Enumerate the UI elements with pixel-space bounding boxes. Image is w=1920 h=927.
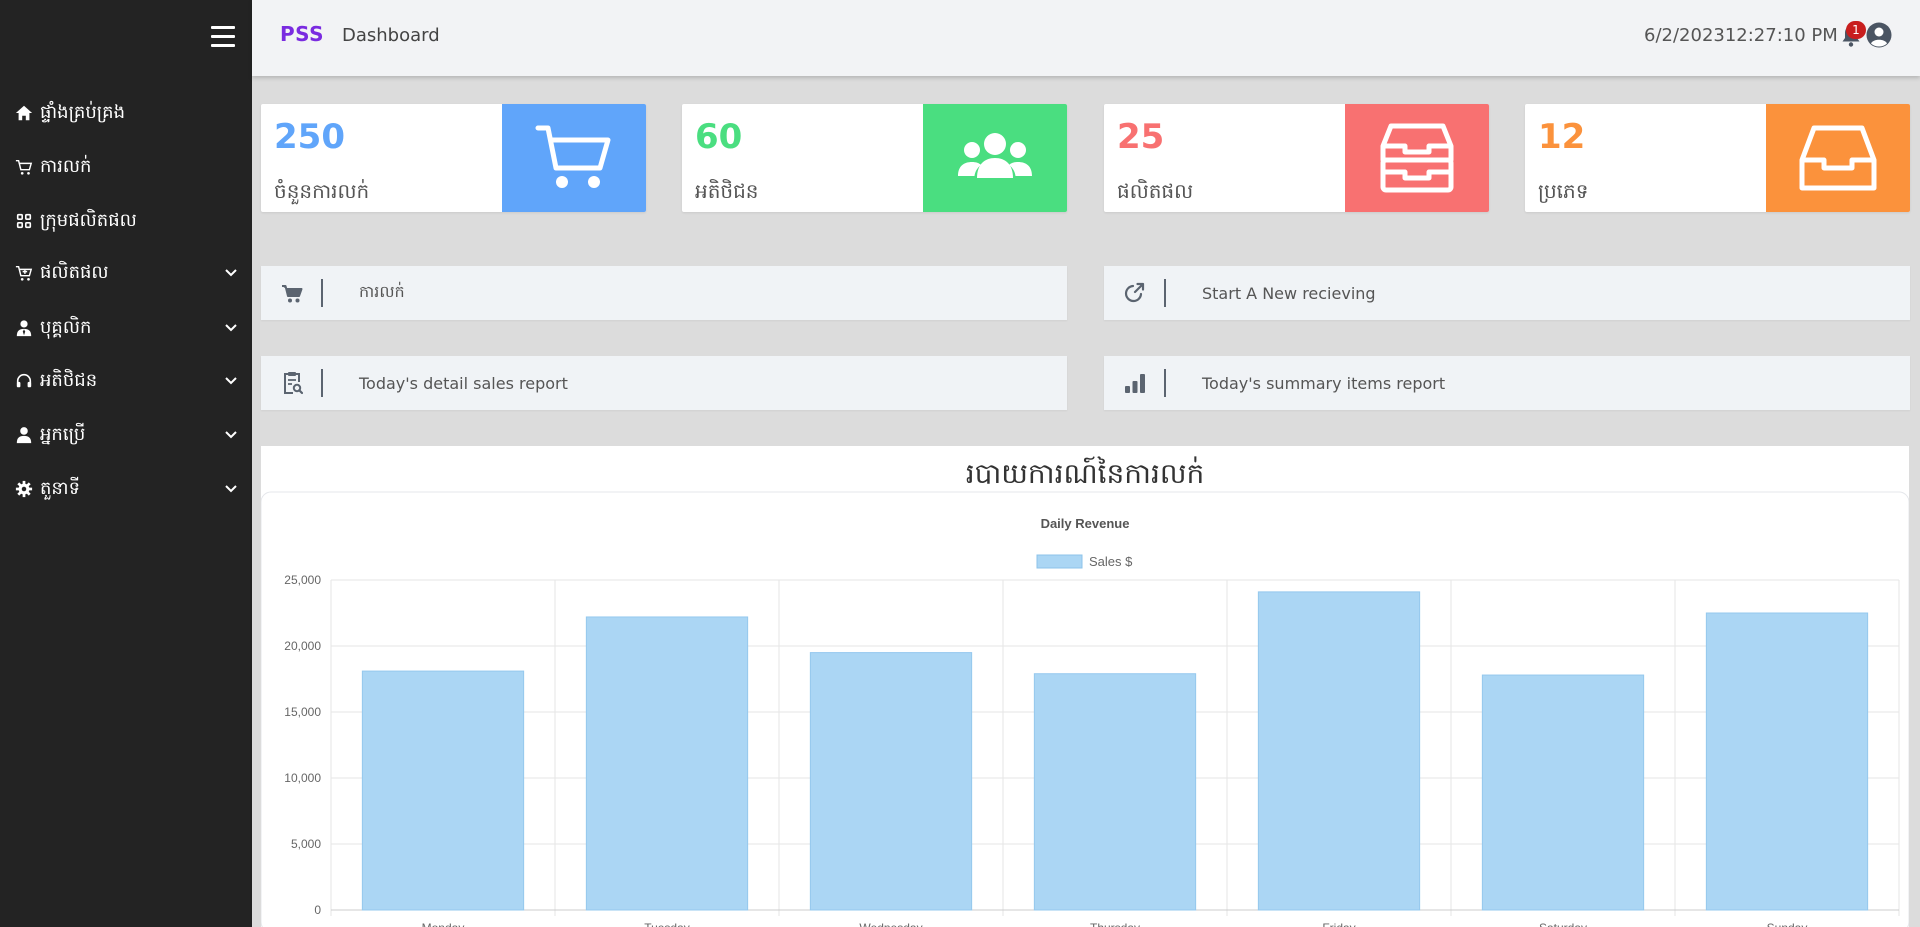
sidebar: ផ្ទាំងគ្រប់គ្រង ការលក់ ក្រុមផលិតផល ផលិតផ… bbox=[0, 0, 252, 927]
action-summary-items-report-button[interactable]: Today's summary items report bbox=[1104, 356, 1910, 410]
legend-swatch[interactable] bbox=[1036, 554, 1083, 569]
home-icon bbox=[14, 103, 34, 123]
stat-card-products[interactable]: 25 ផលិតផល bbox=[1104, 104, 1489, 212]
stat-icon-box bbox=[502, 104, 646, 212]
sidebar-item-product-groups[interactable]: ក្រុមផលិតផល bbox=[0, 201, 252, 241]
menu-toggle-icon[interactable] bbox=[211, 26, 235, 47]
stat-label: ចំនួនការលក់ bbox=[274, 179, 370, 203]
top-header: PSS Dashboard 6/2/202312:27:10 PM 1 bbox=[252, 0, 1920, 76]
sidebar-item-label: ផ្ទាំងគ្រប់គ្រង bbox=[40, 101, 125, 123]
bar[interactable] bbox=[1481, 674, 1645, 911]
stat-icon-box bbox=[1345, 104, 1489, 212]
daily-revenue-chart: Daily Revenue Sales $ 0 5,000 10,000 15,000… bbox=[261, 491, 1909, 927]
sidebar-item-label: បុគ្គលិក bbox=[40, 316, 92, 338]
y-tick-label: 5,000 bbox=[291, 837, 321, 851]
sidebar-item-roles[interactable]: តួនាទី bbox=[0, 469, 252, 509]
sidebar-item-customers[interactable]: អតិថិជន bbox=[0, 361, 252, 401]
bar[interactable] bbox=[1705, 612, 1869, 911]
brand-logo[interactable]: PSS bbox=[280, 22, 324, 46]
user-tie-icon bbox=[14, 318, 34, 338]
x-tick-label: Tuesday bbox=[644, 921, 690, 927]
x-tick-label: Sunday bbox=[1767, 921, 1808, 927]
stat-label: ផលិតផល bbox=[1117, 179, 1194, 203]
bar[interactable] bbox=[1257, 591, 1421, 911]
action-label: Start A New recieving bbox=[1202, 283, 1376, 303]
stat-value: 12 bbox=[1538, 117, 1586, 157]
cart-icon bbox=[14, 157, 34, 177]
divider bbox=[1164, 369, 1166, 397]
cart-icon bbox=[535, 125, 611, 188]
action-label: Today's detail sales report bbox=[359, 373, 568, 393]
grid-icon bbox=[14, 211, 34, 231]
external-link-icon bbox=[1124, 281, 1146, 305]
sidebar-item-label: ការលក់ bbox=[40, 155, 92, 177]
sidebar-item-label: ក្រុមផលិតផល bbox=[40, 209, 137, 231]
users-icon bbox=[958, 133, 1032, 178]
clipboard-search-icon bbox=[281, 371, 303, 395]
stat-card-categories[interactable]: 12 ប្រភេទ bbox=[1525, 104, 1910, 212]
action-new-receiving-button[interactable]: Start A New recieving bbox=[1104, 266, 1910, 320]
sidebar-item-sales[interactable]: ការលក់ bbox=[0, 147, 252, 187]
sidebar-item-users[interactable]: អ្នកប្រើ bbox=[0, 415, 252, 455]
datetime-display: 6/2/202312:27:10 PM bbox=[1644, 25, 1838, 46]
sidebar-item-label: តួនាទី bbox=[40, 477, 80, 499]
divider bbox=[1164, 279, 1166, 307]
chevron-down-icon bbox=[225, 485, 237, 493]
x-tick-label: Saturday bbox=[1539, 921, 1587, 927]
user-icon bbox=[14, 425, 34, 445]
stat-icon-box bbox=[1766, 104, 1910, 212]
y-tick-label: 25,000 bbox=[284, 573, 321, 587]
action-label: Today's summary items report bbox=[1202, 373, 1446, 393]
chevron-down-icon bbox=[225, 377, 237, 385]
x-tick-label: Thursday bbox=[1090, 921, 1140, 927]
bar[interactable] bbox=[585, 616, 749, 911]
stat-card-customers[interactable]: 60 អតិថិជន bbox=[682, 104, 1067, 212]
sidebar-item-label: ផលិតផល bbox=[40, 261, 109, 283]
y-tick-label: 20,000 bbox=[284, 639, 321, 653]
user-avatar-icon[interactable] bbox=[1866, 22, 1892, 48]
sidebar-item-staff[interactable]: បុគ្គលិក bbox=[0, 308, 252, 348]
stat-card-sales[interactable]: 250 ចំនួនការលក់ bbox=[261, 104, 646, 212]
inbox-icon bbox=[1799, 125, 1877, 191]
stat-value: 25 bbox=[1117, 117, 1165, 157]
stat-label: ប្រភេទ bbox=[1538, 179, 1589, 203]
stat-label: អតិថិជន bbox=[695, 179, 759, 203]
chevron-down-icon bbox=[225, 431, 237, 439]
y-tick-label: 10,000 bbox=[284, 771, 321, 785]
x-tick-label: Wednesday bbox=[859, 921, 922, 927]
action-detail-sales-report-button[interactable]: Today's detail sales report bbox=[261, 356, 1067, 410]
sidebar-item-label: អ្នកប្រើ bbox=[40, 423, 86, 445]
legend-label[interactable]: Sales $ bbox=[1089, 554, 1133, 569]
sales-report-panel: របាយការណ៍នៃការលក់ Daily Revenue Sales $ … bbox=[261, 446, 1909, 927]
archive-icon bbox=[1380, 123, 1454, 193]
stat-value: 250 bbox=[274, 117, 345, 157]
y-tick-label: 15,000 bbox=[284, 705, 321, 719]
y-tick-label: 0 bbox=[314, 903, 321, 917]
action-label: ការលក់ bbox=[359, 282, 405, 301]
stat-value: 60 bbox=[695, 117, 743, 157]
gear-icon bbox=[14, 479, 34, 499]
sidebar-item-label: អតិថិជន bbox=[40, 369, 98, 391]
headset-icon bbox=[14, 371, 34, 391]
chevron-down-icon bbox=[225, 269, 237, 277]
action-sale-button[interactable]: ការលក់ bbox=[261, 266, 1067, 320]
bar-chart-icon bbox=[1124, 371, 1146, 395]
chevron-down-icon bbox=[225, 324, 237, 332]
divider bbox=[321, 279, 323, 307]
page-title: Dashboard bbox=[342, 25, 440, 46]
bar[interactable] bbox=[361, 670, 525, 911]
divider bbox=[321, 369, 323, 397]
notification-badge: 1 bbox=[1846, 21, 1866, 39]
x-tick-label: Monday bbox=[422, 921, 465, 927]
stat-icon-box bbox=[923, 104, 1067, 212]
x-tick-label: Friday bbox=[1322, 921, 1355, 927]
bar[interactable] bbox=[809, 652, 973, 911]
chart-title: Daily Revenue bbox=[1041, 516, 1130, 531]
cart-icon bbox=[281, 281, 303, 305]
cart-plus-icon bbox=[14, 263, 34, 283]
sidebar-item-products[interactable]: ផលិតផល bbox=[0, 253, 252, 293]
bar[interactable] bbox=[1033, 673, 1197, 911]
sidebar-item-dashboard[interactable]: ផ្ទាំងគ្រប់គ្រង bbox=[0, 93, 252, 133]
